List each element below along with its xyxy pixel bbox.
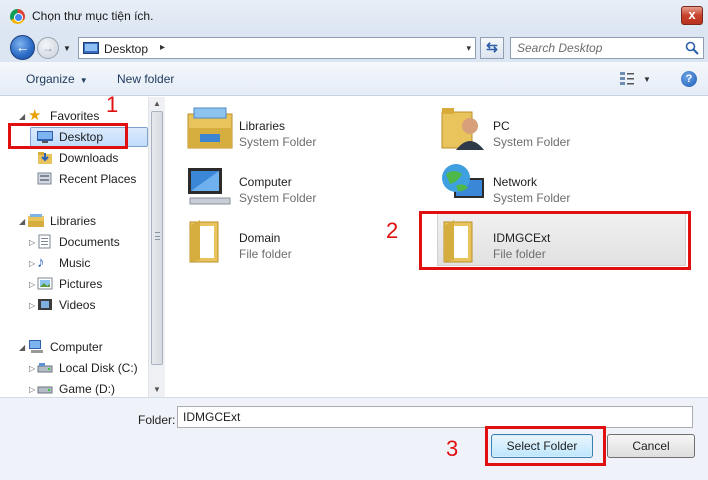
annotation-box-desktop (8, 123, 128, 149)
folder-name-input[interactable] (177, 406, 693, 428)
pictures-icon (37, 277, 53, 290)
documents-icon (38, 234, 51, 249)
arrow-right-icon: → (42, 41, 54, 55)
expand-documents-icon[interactable]: ▷ (29, 238, 35, 247)
hard-drive-icon (37, 363, 53, 373)
nav-scrollbar[interactable]: ▲ ▼ (148, 97, 165, 397)
star-icon: ★ (28, 107, 42, 124)
expand-pictures-icon[interactable]: ▷ (29, 280, 35, 289)
scroll-up-icon[interactable]: ▲ (153, 99, 161, 108)
network-globe-icon (442, 164, 484, 198)
libraries-icon (187, 107, 233, 149)
expand-local-disk-icon[interactable]: ▷ (29, 364, 35, 373)
item-network[interactable]: Network System Folder (440, 160, 690, 214)
close-button[interactable]: x (681, 6, 703, 25)
computer-icon (29, 340, 43, 353)
new-folder-button[interactable]: New folder (117, 72, 174, 86)
item-libraries[interactable]: Libraries System Folder (186, 104, 436, 158)
refresh-button[interactable]: ⇆ (480, 37, 504, 59)
chevron-down-icon: ▼ (79, 76, 88, 85)
search-icon[interactable] (685, 41, 699, 55)
downloads-icon (38, 152, 52, 164)
expand-favorites-icon[interactable]: ◢ (19, 112, 25, 121)
window-title: Chọn thư mục tiện ích. (32, 9, 154, 23)
address-bar[interactable]: Desktop ▸ ▾ (78, 37, 476, 59)
annotation-step-2: 2 (386, 218, 399, 243)
annotation-box-folder (419, 211, 691, 270)
folder-label: Folder: (138, 413, 176, 427)
videos-icon (38, 299, 52, 310)
organize-label: Organize (26, 72, 75, 86)
help-button[interactable]: ? (681, 71, 697, 87)
annotation-step-1: 1 (106, 92, 119, 117)
annotation-box-select (485, 426, 606, 466)
item-computer[interactable]: Computer System Folder (186, 160, 436, 214)
annotation-step-3: 3 (446, 436, 459, 461)
expand-libraries-icon[interactable]: ◢ (19, 217, 25, 226)
folder-icon (189, 220, 219, 263)
expand-videos-icon[interactable]: ▷ (29, 301, 35, 310)
cancel-button[interactable]: Cancel (607, 434, 695, 458)
item-pc[interactable]: PC System Folder (440, 104, 690, 158)
libraries-icon (28, 214, 44, 227)
search-box[interactable] (510, 37, 704, 59)
search-input[interactable] (517, 41, 677, 55)
user-folder-icon (441, 108, 484, 150)
scroll-down-icon[interactable]: ▼ (153, 385, 161, 394)
refresh-icon: ⇆ (486, 39, 498, 55)
title-bar: Chọn thư mục tiện ích. x (0, 0, 708, 32)
scroll-thumb[interactable] (151, 111, 163, 365)
change-view-icon[interactable] (620, 72, 634, 85)
item-domain[interactable]: Domain File folder (186, 216, 436, 270)
hard-drive-icon (37, 386, 53, 394)
back-button[interactable]: ← (10, 35, 35, 60)
address-path[interactable]: Desktop (104, 42, 148, 56)
navigation-bar: ← → ▼ Desktop ▸ ▾ ⇆ (0, 32, 708, 62)
computer-icon (188, 168, 231, 205)
chrome-icon (10, 9, 25, 24)
view-options-dropdown[interactable]: ▼ (643, 75, 651, 84)
desktop-icon (83, 42, 99, 54)
expand-game-drive-icon[interactable]: ▷ (29, 385, 35, 394)
organize-button[interactable]: Organize ▼ (26, 72, 88, 86)
expand-music-icon[interactable]: ▷ (29, 259, 35, 268)
forward-button[interactable]: → (37, 37, 59, 59)
recent-places-icon (37, 172, 52, 185)
address-dropdown-icon[interactable]: ▾ (466, 43, 471, 54)
command-toolbar: Organize ▼ New folder ▼ ? (0, 62, 708, 96)
breadcrumb-arrow-icon[interactable]: ▸ (160, 42, 165, 53)
expand-computer-icon[interactable]: ◢ (19, 343, 25, 352)
music-icon: ♪ (37, 254, 45, 271)
recent-pages-dropdown[interactable]: ▼ (63, 44, 71, 53)
arrow-left-icon: ← (15, 39, 30, 55)
